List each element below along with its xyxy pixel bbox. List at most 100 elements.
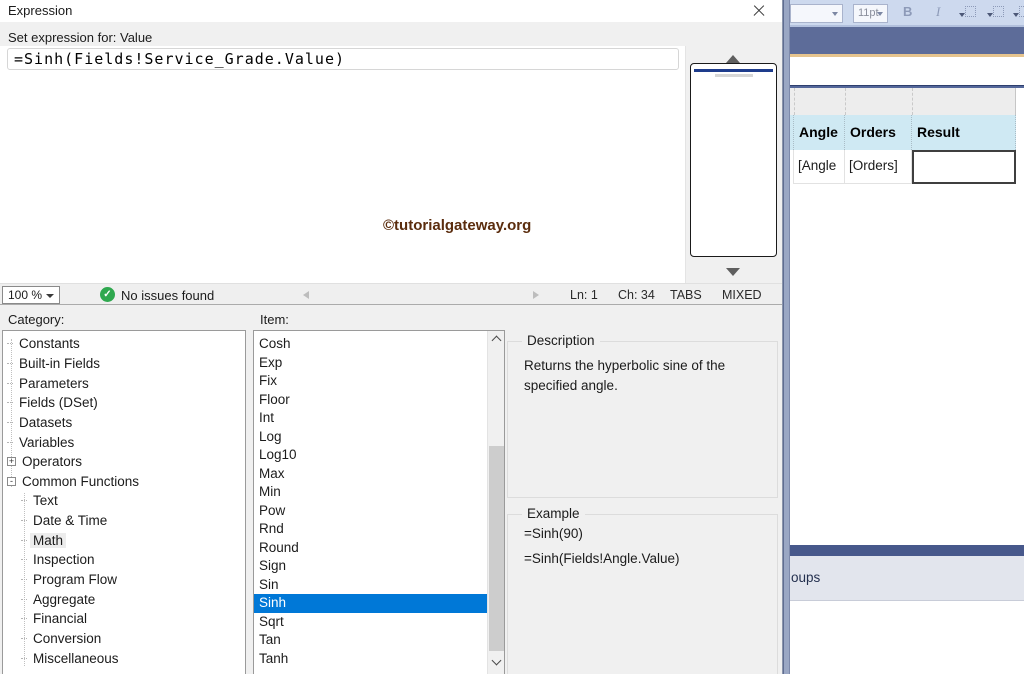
scroll-up-icon[interactable] (492, 336, 502, 346)
item-log10[interactable]: Log10 (254, 446, 487, 465)
item-fix[interactable]: Fix (254, 372, 487, 391)
table-cell[interactable]: [Angle (794, 150, 845, 184)
zoom-combo[interactable]: 100 % (2, 286, 60, 304)
tree-connector (7, 442, 13, 443)
font-size-value: 11pt (858, 7, 879, 19)
tree-connector (7, 363, 13, 364)
chevron-down-icon (987, 13, 993, 17)
tree-connector (7, 343, 13, 344)
chevron-down-icon (959, 13, 965, 17)
window-edge-strip (783, 0, 790, 674)
scroll-up-icon[interactable] (726, 55, 740, 63)
category-label: Text (30, 493, 61, 508)
category-label: Constants (16, 336, 83, 351)
category-item-operators[interactable]: +Operators (3, 452, 245, 472)
divider (794, 88, 795, 115)
divider (694, 69, 773, 72)
item-int[interactable]: Int (254, 409, 487, 428)
item-sqrt[interactable]: Sqrt (254, 613, 487, 632)
category-tree: Constants Built-in Fields Parameters Fields… (2, 330, 246, 674)
chevron-down-icon (1013, 13, 1019, 17)
example-group: Example =Sinh(90) =Sinh(Fields!Angle.Val… (507, 514, 778, 674)
category-item-common-functions[interactable]: -Common Functions (3, 471, 245, 491)
category-item-inspection[interactable]: Inspection (3, 550, 245, 570)
category-item-text[interactable]: Text (3, 491, 245, 511)
editor-side-panel (686, 46, 781, 283)
item-sin[interactable]: Sin (254, 576, 487, 595)
scroll-left-icon[interactable] (303, 291, 309, 299)
item-pow[interactable]: Pow (254, 502, 487, 521)
border-style-icon[interactable] (965, 6, 976, 17)
category-item-financial[interactable]: Financial (3, 609, 245, 629)
example-line: =Sinh(90) (524, 526, 583, 541)
item-cosh[interactable]: Cosh (254, 335, 487, 354)
item-tanh[interactable]: Tanh (254, 650, 487, 669)
zoom-value: 100 % (8, 288, 42, 302)
category-label: Inspection (30, 552, 98, 567)
font-name-combo[interactable] (790, 4, 843, 23)
item-min[interactable]: Min (254, 483, 487, 502)
table-column-handles[interactable] (790, 88, 1016, 115)
row-groups-panel: oups (790, 556, 1024, 601)
category-item-date-time[interactable]: Date & Time (3, 511, 245, 531)
panel-header-bar (790, 545, 1024, 556)
expression-editor[interactable]: =Sinh(Fields!Service_Grade.Value) ©tutor… (0, 46, 686, 283)
description-text: Returns the hyperbolic sine of the speci… (524, 356, 770, 396)
category-item-constants[interactable]: Constants (3, 334, 245, 354)
category-item-fields-dset[interactable]: Fields (DSet) (3, 393, 245, 413)
border-style-icon[interactable] (993, 6, 1004, 17)
collapse-icon[interactable]: - (7, 477, 16, 486)
item-exp[interactable]: Exp (254, 354, 487, 373)
scrollbar[interactable] (487, 331, 504, 674)
scroll-down-icon[interactable] (492, 656, 502, 666)
italic-button[interactable]: I (936, 4, 940, 20)
mixed-indicator: MIXED (722, 288, 762, 302)
category-item-miscellaneous[interactable]: Miscellaneous (3, 648, 245, 668)
tiny-text (715, 74, 753, 77)
category-item-conversion[interactable]: Conversion (3, 629, 245, 649)
tree-connector (21, 540, 27, 541)
description-header: Description (522, 333, 600, 348)
expression-input[interactable]: =Sinh(Fields!Service_Grade.Value) (7, 48, 679, 70)
item-rnd[interactable]: Rnd (254, 520, 487, 539)
tree-connector (7, 402, 13, 403)
category-label: Date & Time (30, 513, 110, 528)
table-header-orders: Orders (845, 115, 912, 150)
designer-toolbar: 11pt B I (790, 0, 1024, 27)
category-label: Math (30, 533, 66, 548)
bold-button[interactable]: B (903, 4, 912, 19)
category-item-datasets[interactable]: Datasets (3, 413, 245, 433)
category-label: Parameters (16, 376, 92, 391)
expand-icon[interactable]: + (7, 457, 16, 466)
border-style-icon[interactable] (1019, 6, 1024, 17)
selected-cell[interactable] (912, 150, 1016, 184)
scroll-down-icon[interactable] (726, 268, 740, 276)
font-size-combo[interactable]: 11pt (853, 4, 888, 23)
close-icon[interactable] (750, 2, 768, 20)
tabs-indicator: TABS (670, 288, 702, 302)
category-label: Built-in Fields (16, 356, 103, 371)
item-floor[interactable]: Floor (254, 391, 487, 410)
item-round[interactable]: Round (254, 539, 487, 558)
category-pane-label: Category: (8, 312, 64, 327)
category-label: Datasets (16, 415, 75, 430)
divider (912, 88, 913, 115)
scroll-right-icon[interactable] (533, 291, 539, 299)
item-sign[interactable]: Sign (254, 557, 487, 576)
category-item-aggregate[interactable]: Aggregate (3, 589, 245, 609)
category-item-variables[interactable]: Variables (3, 432, 245, 452)
item-tan[interactable]: Tan (254, 631, 487, 650)
item-log[interactable]: Log (254, 428, 487, 447)
table-cell[interactable]: [Orders] (845, 150, 912, 184)
scrollbar-thumb[interactable] (489, 446, 504, 651)
category-label: Aggregate (30, 592, 98, 607)
category-item-built-in-fields[interactable]: Built-in Fields (3, 354, 245, 374)
category-item-parameters[interactable]: Parameters (3, 373, 245, 393)
chevron-down-icon (877, 12, 883, 16)
category-label: Program Flow (30, 572, 120, 587)
item-sinh[interactable]: Sinh (254, 594, 487, 613)
issues-status: No issues found (121, 288, 214, 303)
item-max[interactable]: Max (254, 465, 487, 484)
category-item-program-flow[interactable]: Program Flow (3, 570, 245, 590)
category-item-math[interactable]: Math (3, 530, 245, 550)
